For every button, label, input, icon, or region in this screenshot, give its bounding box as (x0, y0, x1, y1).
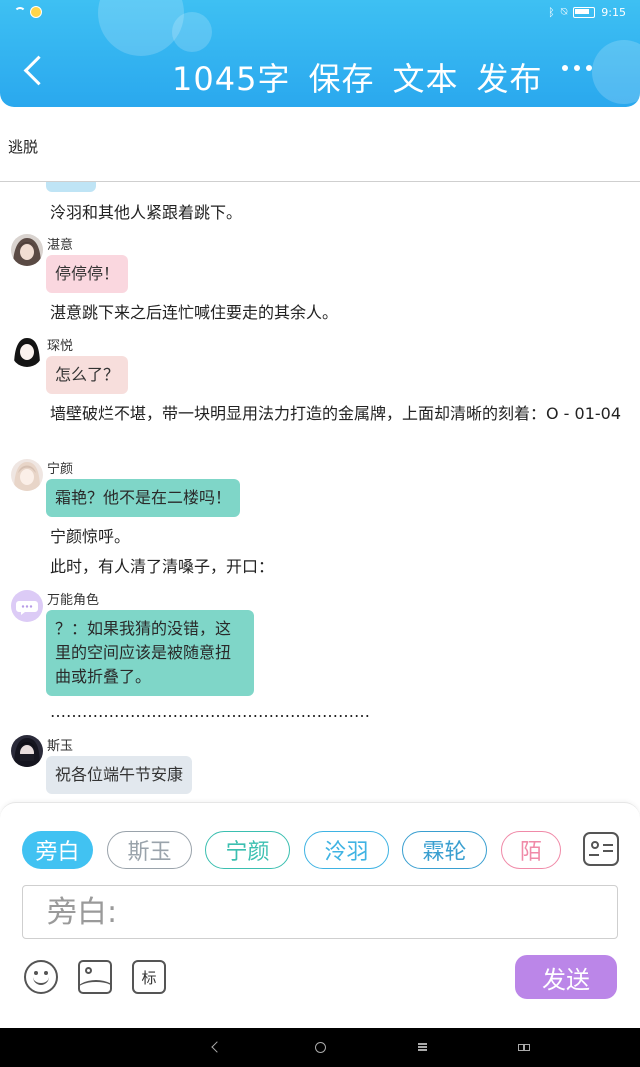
bluetooth-icon: ᛒ (548, 5, 555, 19)
avatar[interactable] (11, 459, 43, 491)
speaker-name: 宁颜 (47, 462, 74, 477)
header-actions: 1045字 保存 文本 发布 (172, 54, 543, 100)
role-chip-siyu[interactable]: 斯玉 (107, 831, 192, 869)
top-app-bar: ᛒ ⍉ 9:15 1045字 保存 文本 发布 (0, 0, 640, 107)
nav-home-icon[interactable] (315, 1042, 326, 1053)
mute-icon: ⍉ (560, 5, 568, 18)
word-count: 1045字 (172, 60, 291, 98)
save-button[interactable]: 保存 (308, 54, 374, 100)
status-bar: ᛒ ⍉ 9:15 (0, 0, 640, 24)
wifi-icon (14, 7, 26, 17)
chat-bubble[interactable]: 霜艳？他不是在二楼吗！ (46, 479, 241, 517)
speaker-name: 斯玉 (47, 739, 74, 754)
back-arrow-icon[interactable] (18, 50, 52, 94)
emoji-icon[interactable] (24, 960, 58, 994)
narration-text: 湛意跳下来之后连忙喊住要走的其余人。 (50, 303, 339, 322)
narration-text: 墙壁破烂不堪，带一块明显用法力打造的金属牌，上面却清晰的刻着：O - 01-04 (50, 404, 622, 423)
role-chip-mo[interactable]: 陌 (501, 831, 561, 869)
speaker-name: 琛悦 (47, 339, 74, 354)
tag-button[interactable]: 标 (132, 960, 166, 994)
publish-button[interactable]: 发布 (476, 54, 542, 100)
narration-text: 泠羽和其他人紧跟着跳下。 (50, 203, 243, 222)
decor-bubble (592, 40, 640, 104)
document-title[interactable]: 逃脱 (8, 136, 38, 157)
speaker-name: 万能角色 (47, 593, 100, 608)
send-button[interactable]: 发送 (515, 955, 617, 999)
clock: 9:15 (601, 5, 626, 19)
narration-text: 宁颜惊呼。 (50, 527, 131, 546)
nav-menu-icon[interactable] (418, 1042, 427, 1051)
text-button[interactable]: 文本 (392, 54, 458, 100)
narration-text: 此时，有人清了清嗓子，开口： (50, 557, 275, 576)
chat-bubble[interactable]: 停停停！ (46, 255, 129, 293)
chat-bubble[interactable]: ？：如果我猜的没错，这里的空间应该是被随意扭曲或折叠了。 (46, 610, 254, 696)
chat-scroll-area[interactable]: 泠羽和其他人紧跟着跳下。 湛意 停停停！ 湛意跳下来之后连忙喊住要走的其余人。 … (0, 182, 640, 802)
nav-back-icon[interactable] (211, 1041, 223, 1053)
avatar[interactable] (11, 735, 43, 767)
role-chip-ningyan[interactable]: 宁颜 (205, 831, 290, 869)
more-options-icon[interactable] (562, 65, 592, 71)
chat-bubble[interactable]: 怎么了？ (46, 356, 129, 394)
battery-icon (573, 6, 596, 18)
chat-bubble-partial (46, 182, 96, 192)
role-chip-linlun[interactable]: 霖轮 (402, 831, 487, 869)
role-chip-lingyu[interactable]: 泠羽 (304, 831, 389, 869)
compose-panel: 旁白 斯玉 宁颜 泠羽 霖轮 陌 标 发送 (0, 802, 640, 1029)
message-input[interactable] (22, 885, 618, 939)
system-nav-bar (0, 1028, 640, 1067)
role-chip-narrator[interactable]: 旁白 (22, 831, 93, 869)
contact-card-icon[interactable] (583, 832, 619, 866)
narration-text: …………………………………………………… (50, 702, 370, 721)
notification-icon (30, 6, 42, 18)
nav-recent-apps-icon[interactable] (518, 1044, 530, 1051)
avatar[interactable] (11, 590, 43, 622)
avatar[interactable] (11, 335, 43, 367)
speaker-name: 湛意 (47, 238, 74, 253)
image-icon[interactable] (78, 960, 112, 994)
avatar[interactable] (11, 234, 43, 266)
chat-bubble[interactable]: 祝各位端午节安康 (46, 756, 193, 794)
